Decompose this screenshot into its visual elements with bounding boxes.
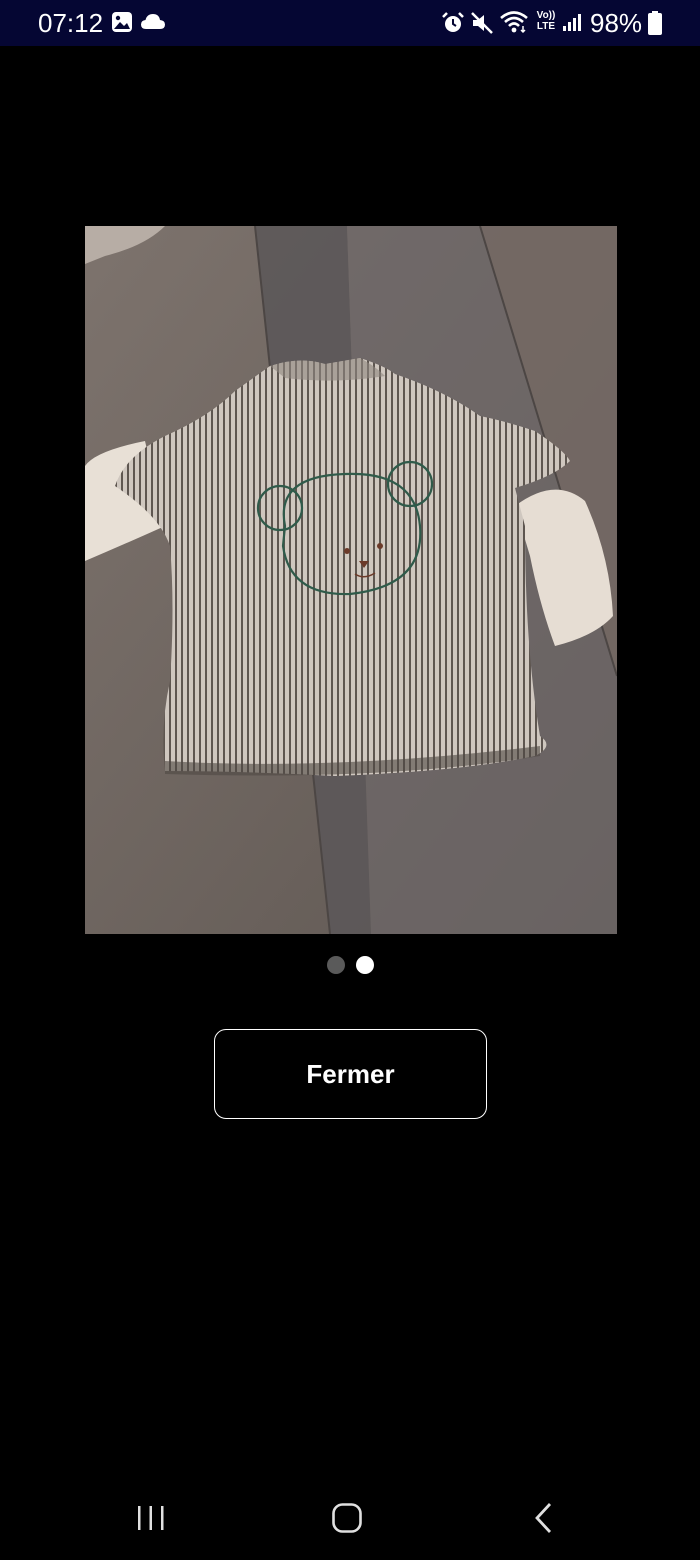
- gallery-icon: [111, 11, 133, 38]
- signal-icon: [562, 12, 582, 37]
- system-navigation-bar: [0, 1480, 700, 1560]
- image-pager: [0, 955, 700, 975]
- wifi-icon: [499, 10, 529, 39]
- close-button[interactable]: Fermer: [214, 1029, 487, 1119]
- cloud-icon: [140, 12, 166, 37]
- battery-icon: [648, 11, 662, 40]
- status-bar: 07:12 Vo)) LTE 98%: [0, 0, 700, 46]
- battery-percentage: 98%: [590, 8, 643, 38]
- pager-dot-2-active[interactable]: [356, 956, 374, 974]
- close-button-label: Fermer: [306, 1058, 395, 1089]
- product-photo[interactable]: [85, 226, 617, 934]
- product-photo-image: [85, 226, 617, 934]
- mute-icon: [470, 11, 494, 40]
- home-icon[interactable]: [322, 1498, 372, 1538]
- volte-icon: Vo)) LTE: [536, 10, 556, 32]
- status-time: 07:12: [38, 8, 104, 38]
- back-icon[interactable]: [518, 1498, 568, 1538]
- pager-dot-1[interactable]: [327, 956, 345, 974]
- alarm-icon: [441, 11, 465, 40]
- recents-icon[interactable]: [126, 1498, 176, 1538]
